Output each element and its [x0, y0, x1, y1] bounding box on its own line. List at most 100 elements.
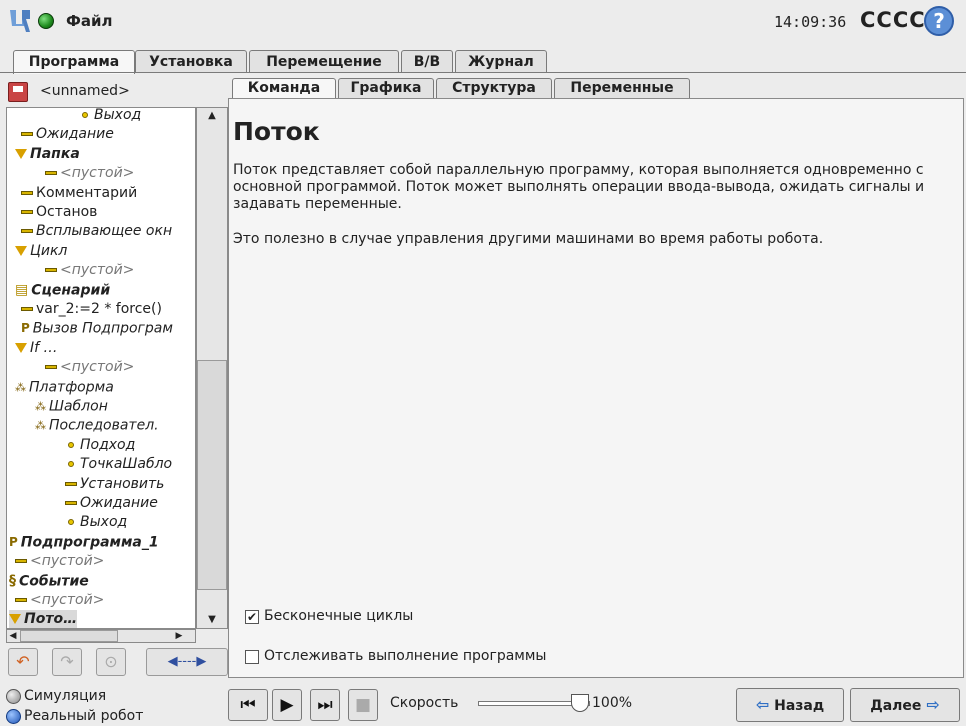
tree-item-label: Вызов Подпрограм — [32, 320, 173, 337]
tree-item[interactable]: If … — [15, 339, 58, 358]
tab-graphics[interactable]: Графика — [338, 78, 434, 98]
tree-item[interactable]: Ожидание — [65, 494, 158, 513]
tree-item[interactable]: P Подпрограмма_1 — [9, 533, 159, 552]
arrow-left-icon: ⇦ — [755, 695, 770, 714]
node-note: Это полезно в случае управления другими … — [233, 231, 824, 247]
tree-item[interactable]: Выход — [79, 107, 142, 125]
move-node-button[interactable]: ◀----▶ — [146, 648, 228, 676]
robot-status-icon — [38, 13, 54, 29]
tree-item-label: Сценарий — [31, 282, 111, 299]
tree-item-label: Останов — [36, 204, 98, 220]
scroll-up-icon[interactable]: ▲ — [197, 108, 227, 124]
tree-item[interactable]: Ожидание — [21, 125, 114, 144]
tree-item-label: Папка — [30, 145, 80, 162]
tab-variables[interactable]: Переменные — [554, 78, 690, 98]
point-icon — [68, 461, 74, 468]
node-options-button[interactable]: ⊙ — [96, 648, 126, 676]
next-label: Далее — [870, 698, 922, 714]
tree-item-selected[interactable]: Пото… — [9, 610, 78, 628]
tab-divider — [0, 72, 966, 73]
tree-item[interactable]: Выход — [65, 513, 127, 532]
tab-io[interactable]: В/В — [401, 50, 453, 73]
scroll-down-icon[interactable]: ▼ — [197, 612, 227, 628]
undo-button[interactable]: ↶ — [8, 648, 38, 676]
scroll-left-icon[interactable]: ◀ — [7, 630, 19, 642]
tree-item[interactable]: § Событие — [9, 572, 89, 591]
tree-item-label: Ожидание — [36, 126, 114, 143]
tab-program[interactable]: Программа — [13, 50, 135, 74]
simulation-radio[interactable] — [6, 689, 21, 704]
tree-item-label: Подход — [80, 436, 136, 453]
folder-icon — [15, 342, 27, 353]
program-name: <unnamed> — [40, 83, 130, 99]
tab-installation[interactable]: Установка — [135, 50, 247, 73]
track-execution-checkbox[interactable] — [245, 650, 259, 664]
tree-item[interactable]: ⁂ Шаблон — [35, 397, 108, 416]
pallet-icon: ⁂ — [35, 419, 46, 433]
tree-item[interactable]: Папка — [15, 145, 80, 164]
event-icon: § — [9, 572, 16, 589]
tree-item-label: Событие — [19, 573, 89, 590]
loops-label: Бесконечные циклы — [264, 608, 414, 624]
rewind-button[interactable]: ⏮ — [228, 689, 268, 721]
step-button[interactable]: ⏭ — [310, 689, 340, 721]
tree-item[interactable]: <пустой> — [45, 164, 134, 183]
action-icon — [45, 365, 57, 370]
speed-label: Скорость — [390, 695, 459, 711]
point-icon — [82, 112, 88, 118]
folder-icon — [15, 148, 27, 159]
scroll-right-icon[interactable]: ▶ — [172, 630, 186, 642]
tree-item[interactable]: Установить — [65, 475, 164, 494]
tree-item-label: Цикл — [30, 242, 68, 259]
tree-item[interactable]: ⁂ Последовател. — [35, 416, 159, 435]
tree-item[interactable]: var_2:=2 * force() — [21, 300, 162, 319]
tree-item[interactable]: ⁂ Платформа — [15, 378, 114, 397]
back-button[interactable]: ⇦ Назад — [736, 688, 844, 722]
tree-item-label: Выход — [94, 107, 142, 123]
action-icon — [21, 210, 33, 214]
tree-item-label: Выход — [80, 514, 128, 531]
speed-slider-handle[interactable] — [571, 694, 589, 712]
loops-checkbox[interactable]: ✔ — [245, 610, 259, 624]
simulation-label: Симуляция — [24, 688, 107, 704]
speed-value: 100% — [592, 695, 633, 711]
tree-item-label: <пустой> — [60, 165, 135, 182]
script-icon: ▤ — [15, 281, 29, 298]
play-button[interactable]: ▶ — [272, 689, 302, 721]
tree-item[interactable]: P Вызов Подпрограм — [21, 319, 173, 338]
tab-command[interactable]: Команда — [232, 78, 336, 98]
scroll-thumb[interactable] — [197, 360, 227, 590]
horizontal-scroll-thumb[interactable] — [20, 630, 118, 642]
tree-item-label: Пото… — [24, 611, 78, 628]
tab-structure[interactable]: Структура — [436, 78, 552, 98]
tree-item[interactable]: Цикл — [15, 242, 67, 261]
file-menu[interactable]: Файл — [66, 12, 113, 30]
tree-item[interactable]: <пустой> — [15, 591, 104, 610]
point-icon — [68, 519, 74, 526]
action-icon — [21, 307, 33, 311]
redo-button[interactable]: ↷ — [52, 648, 82, 676]
help-icon[interactable]: ? — [924, 6, 954, 36]
tree-item[interactable]: ТочкаШабло — [65, 455, 172, 474]
tree-item-label: var_2:=2 * force() — [36, 301, 162, 317]
page-title: Поток — [233, 117, 320, 146]
save-icon[interactable] — [8, 82, 28, 102]
tree-item[interactable]: <пустой> — [45, 261, 134, 280]
tree-item[interactable]: <пустой> — [45, 358, 134, 377]
tree-item[interactable]: Подход — [65, 436, 135, 455]
tree-item[interactable]: Всплывающее окн — [21, 222, 172, 241]
real-robot-radio[interactable] — [6, 709, 21, 724]
tree-item[interactable]: ▤ Сценарий — [15, 281, 110, 300]
tree-item[interactable]: Комментарий — [21, 184, 137, 203]
action-icon — [65, 501, 77, 505]
program-tree[interactable]: Выход Ожидание Папка <пустой> Комментарий Ост… — [6, 107, 196, 629]
tree-item[interactable]: <пустой> — [15, 552, 104, 571]
action-icon — [21, 229, 33, 234]
next-button[interactable]: Далее ⇨ — [850, 688, 960, 722]
stop-button[interactable]: ■ — [348, 689, 378, 721]
tree-item[interactable]: Останов — [21, 203, 97, 222]
tree-item-label: ТочкаШабло — [80, 456, 173, 473]
tab-log[interactable]: Журнал — [455, 50, 547, 73]
subprogram-icon: P — [9, 534, 18, 549]
tab-move[interactable]: Перемещение — [249, 50, 399, 73]
